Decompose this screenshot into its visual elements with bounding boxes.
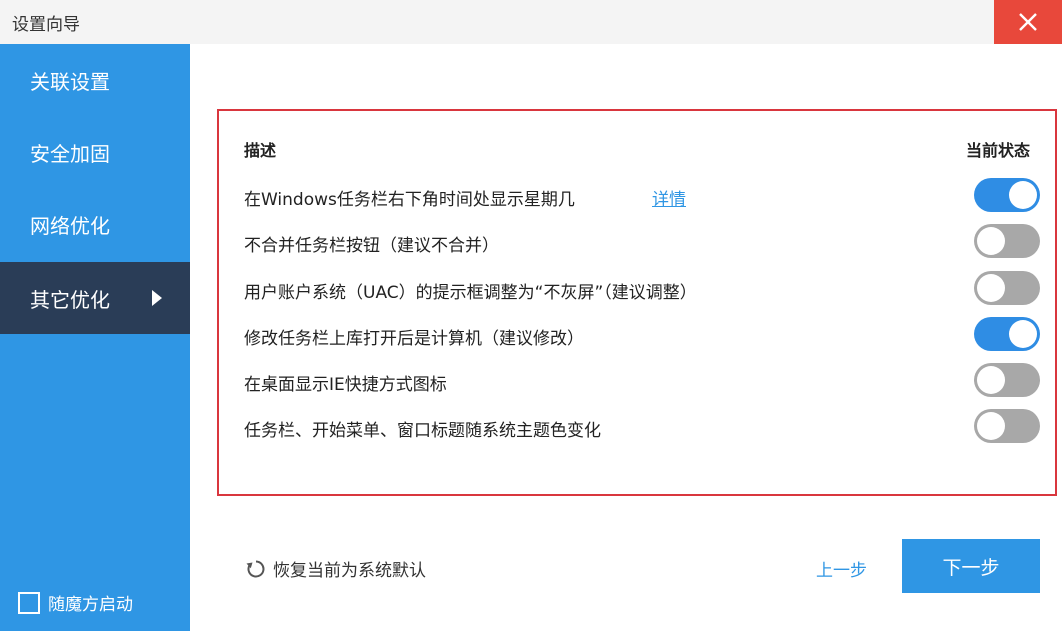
option-row: 用户账户系统（UAC）的提示框调整为“不灰屏”（建议调整） xyxy=(244,268,1044,308)
toggle-knob xyxy=(977,274,1005,302)
option-label: 用户账户系统（UAC）的提示框调整为“不灰屏”（建议调整） xyxy=(244,283,697,303)
checkbox-icon[interactable] xyxy=(18,591,40,614)
toggle-knob xyxy=(977,227,1005,255)
close-icon xyxy=(1019,13,1037,31)
details-link[interactable]: 详情 xyxy=(652,185,686,210)
sidebar-item-other-optimization[interactable]: 其它优化 xyxy=(0,262,190,334)
sidebar-item-label: 网络优化 xyxy=(30,213,110,238)
sidebar-item-label: 关联设置 xyxy=(30,69,110,94)
sidebar-item-label: 其它优化 xyxy=(30,287,110,312)
toggle-knob xyxy=(977,366,1005,394)
toggle-switch[interactable] xyxy=(974,224,1040,258)
toggle-switch[interactable] xyxy=(974,178,1040,212)
option-label: 任务栏、开始菜单、窗口标题随系统主题色变化 xyxy=(244,421,601,441)
toggle-switch[interactable] xyxy=(974,409,1040,443)
window-title: 设置向导 xyxy=(12,15,80,35)
column-header-status: 当前状态 xyxy=(966,141,1031,160)
option-label: 不合并任务栏按钮（建议不合并） xyxy=(244,236,499,256)
option-label: 在Windows任务栏右下角时间处显示星期几 xyxy=(244,190,575,210)
autostart-label: 随魔方启动 xyxy=(48,595,133,615)
option-row: 在Windows任务栏右下角时间处显示星期几 详情 xyxy=(244,175,1044,215)
option-label: 修改任务栏上库打开后是计算机（建议修改） xyxy=(244,329,584,349)
sidebar-item-network-optimization[interactable]: 网络优化 xyxy=(0,188,190,260)
option-row: 不合并任务栏按钮（建议不合并） xyxy=(244,221,1044,261)
restore-label: 恢复当前为系统默认 xyxy=(273,561,426,581)
option-row: 任务栏、开始菜单、窗口标题随系统主题色变化 xyxy=(244,406,1044,446)
previous-step-link[interactable]: 上一步 xyxy=(816,556,867,581)
column-header-description: 描述 xyxy=(244,141,277,160)
sidebar-item-security-hardening[interactable]: 安全加固 xyxy=(0,116,190,188)
restore-defaults-button[interactable]: 恢复当前为系统默认 xyxy=(245,556,426,581)
refresh-icon xyxy=(246,560,265,577)
toggle-switch[interactable] xyxy=(974,363,1040,397)
toggle-knob xyxy=(1009,181,1037,209)
autostart-checkbox[interactable]: 随魔方启动 xyxy=(18,590,133,615)
toggle-knob xyxy=(977,412,1005,440)
close-button[interactable] xyxy=(994,0,1062,44)
arrow-right-icon xyxy=(152,290,162,306)
option-row: 在桌面显示IE快捷方式图标 xyxy=(244,360,1044,400)
sidebar-item-label: 安全加固 xyxy=(30,141,110,166)
option-label: 在桌面显示IE快捷方式图标 xyxy=(244,375,447,395)
toggle-switch[interactable] xyxy=(974,271,1040,305)
sidebar-item-association-settings[interactable]: 关联设置 xyxy=(0,44,190,116)
title-bar: 设置向导 xyxy=(0,0,1062,44)
next-step-button[interactable]: 下一步 xyxy=(902,539,1040,593)
option-row: 修改任务栏上库打开后是计算机（建议修改） xyxy=(244,314,1044,354)
toggle-knob xyxy=(1009,320,1037,348)
sidebar: 关联设置 安全加固 网络优化 其它优化 xyxy=(0,44,190,631)
toggle-switch[interactable] xyxy=(974,317,1040,351)
